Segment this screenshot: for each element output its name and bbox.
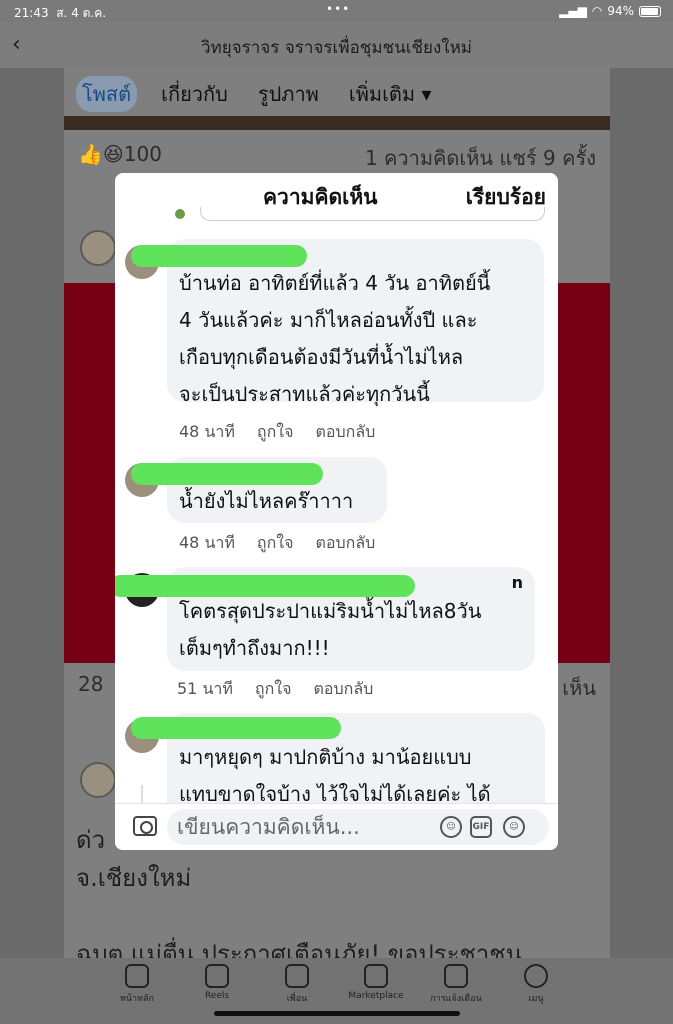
nav-friends[interactable]: เพื่อน [252,964,342,1005]
comment-summary-2[interactable]: เห็น [562,672,596,704]
like-button[interactable]: ถูกใจ [255,679,292,698]
marketplace-icon [364,964,388,988]
comment-share-summary[interactable]: 1 ความคิดเห็น แชร์ 9 ครั้ง [365,142,596,174]
status-time: 21:43 ส. 4 ต.ค. [14,6,107,20]
comment-text: โคตรสุดประปาแม่ริมน้ำไม่ไหล8วัน เต็มๆทำถ… [179,599,482,660]
tab-about[interactable]: เกี่ยวกับ [155,76,234,112]
nav-menu[interactable]: เมนู [491,964,581,1005]
comment-time: 48 นาที [179,422,235,441]
page-avatar[interactable] [80,230,116,266]
comment-time: 51 นาที [177,679,233,698]
profile-icon [524,964,548,988]
tab-photos[interactable]: รูปภาพ [252,76,325,112]
home-indicator [214,1011,460,1016]
battery-percent: 94% [607,4,634,18]
nav-reels[interactable]: Reels [172,964,262,1001]
cut-off-avatar [175,209,185,219]
wifi-icon: ◠ [591,4,603,18]
page-tabs: โพสต์ เกี่ยวกับ รูปภาพ เพิ่มเติม ▾ [64,72,610,116]
thread-line [141,785,143,803]
bell-icon [444,964,468,988]
page-title: วิทยุจราจร จราจรเพื่อชุมชนเชียงใหม่ [200,38,473,58]
comment-text: มาๆหยุดๆ มาปกติบ้าง มาน้อยแบบ แทบขาดใจบ้… [179,745,491,803]
post-text-line: จ.เชียงใหม่ [76,864,192,892]
comment-text: บ้านท่อ อาทิตย์ที่แล้ว 4 วัน อาทิตย์นี้ … [179,271,491,406]
reaction-count-2[interactable]: 28 [78,672,103,696]
camera-icon[interactable] [133,816,157,836]
post-image-strip [64,116,610,130]
comment-meta: 51 นาที ถูกใจ ตอบกลับ [177,677,395,702]
status-bar: 21:43 ส. 4 ต.ค. ••• ▂▄▆ ◠ 94% [0,0,673,22]
friends-icon [285,964,309,988]
battery-icon [639,5,661,17]
reels-icon [205,964,229,988]
tab-more[interactable]: เพิ่มเติม ▾ [343,76,438,112]
redaction-mark [115,575,415,597]
comment-field[interactable]: ☺ GIF ☺ [167,809,549,845]
redaction-mark [131,717,341,739]
reaction-count[interactable]: 👍😆100 [78,142,162,166]
cut-off-comment [200,207,545,221]
reply-button[interactable]: ตอบกลับ [315,533,375,552]
home-icon [125,964,149,988]
like-button[interactable]: ถูกใจ [257,422,294,441]
signal-icon: ▂▄▆ [559,4,587,18]
comment-meta: 48 นาที ถูกใจ ตอบกลับ [179,531,397,556]
nav-marketplace[interactable]: Marketplace [331,964,421,1001]
background-left [0,68,64,958]
comments-modal: ความคิดเห็น เรียบร้อย นิยามแสงหรา บ้านท่… [115,173,558,850]
page-avatar-2[interactable] [80,762,116,798]
comment-composer: ☺ GIF ☺ [115,803,558,850]
multitask-dots[interactable]: ••• [326,2,350,16]
background-right [610,68,673,958]
comment-time: 48 นาที [179,533,235,552]
redaction-mark [131,463,323,485]
tab-posts[interactable]: โพสต์ [76,76,138,112]
status-indicators: ▂▄▆ ◠ 94% [559,4,661,18]
gif-icon[interactable]: GIF [470,816,492,838]
post-text-line: ด่ว [76,826,106,854]
redaction-mark [131,245,307,267]
comment-text: น้ำยังไม่ไหลคร๊าาาา [179,489,354,513]
emoji-icon[interactable]: ☺ [503,816,525,838]
post-stats: 👍😆100 1 ความคิดเห็น แชร์ 9 ครั้ง [64,140,610,170]
page-header: ‹ วิทยุจราจร จราจรเพื่อชุมชนเชียงใหม่ [0,22,673,68]
comment-meta: 48 นาที ถูกใจ ตอบกลับ [179,420,397,445]
reply-button[interactable]: ตอบกลับ [315,422,375,441]
like-button[interactable]: ถูกใจ [257,533,294,552]
sticker-icon[interactable]: ☺ [440,816,462,838]
nav-notifications[interactable]: การแจ้งเตือน [411,964,501,1005]
reply-button[interactable]: ตอบกลับ [313,679,373,698]
nav-home[interactable]: หน้าหลัก [92,964,182,1005]
comment-input[interactable] [177,812,427,842]
comment-list[interactable]: นิยามแสงหรา บ้านท่อ อาทิตย์ที่แล้ว 4 วัน… [115,225,558,803]
